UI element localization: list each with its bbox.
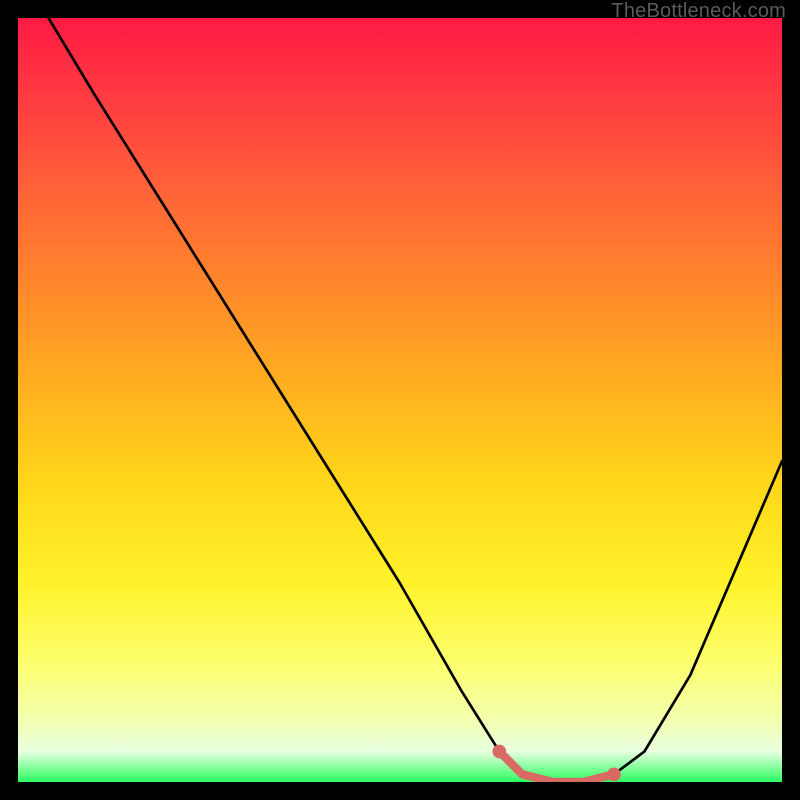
highlight-curve (499, 751, 614, 782)
curve-svg (18, 18, 782, 782)
highlight-dot-left (492, 745, 506, 759)
plot-area (18, 18, 782, 782)
chart-frame: TheBottleneck.com (0, 0, 800, 800)
highlight-dot-right (607, 767, 621, 781)
main-curve (49, 18, 782, 782)
watermark-text: TheBottleneck.com (611, 0, 786, 23)
